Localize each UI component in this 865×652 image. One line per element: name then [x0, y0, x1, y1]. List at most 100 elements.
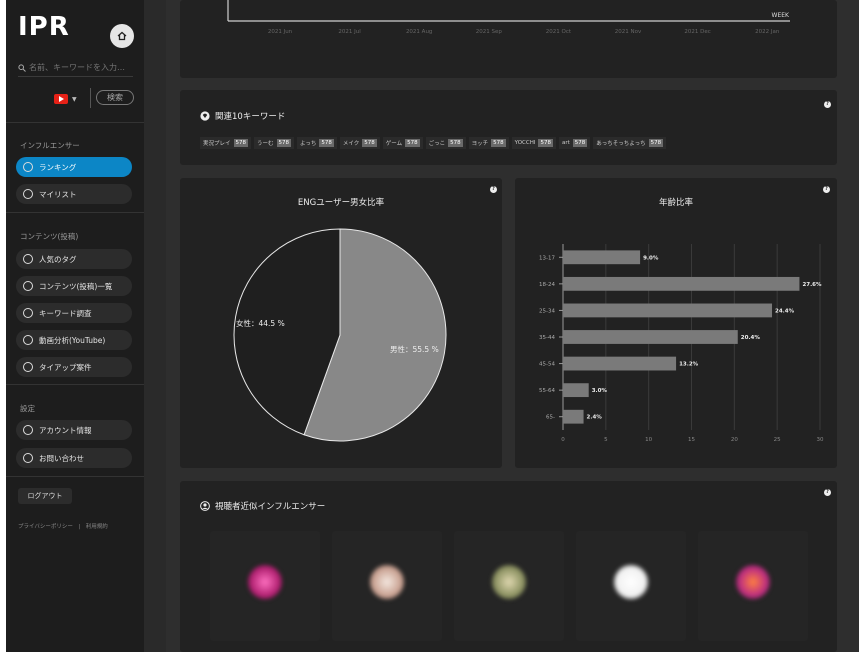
divider [6, 122, 144, 123]
week-label: WEEK [772, 12, 791, 19]
mail-icon [23, 453, 33, 463]
help-icon[interactable]: ? [824, 489, 831, 496]
divider [6, 212, 144, 213]
footer-links[interactable]: プライバシーポリシー | 利用規約 [18, 522, 108, 530]
keyword-count: 578 [538, 139, 553, 147]
home-button[interactable] [110, 24, 134, 48]
age-bar[interactable] [563, 409, 584, 424]
account-icon [23, 425, 33, 435]
divider [90, 88, 91, 108]
chevron-down-icon: ▼ [72, 95, 77, 103]
y-tick-label: 55-64 [539, 388, 555, 394]
main-content: WEEK 2021 Jun 2021 Jul 2021 Aug 2021 Sep 202… [166, 0, 859, 652]
x-tick-label: 10 [645, 437, 652, 443]
x-tick-label: 15 [688, 437, 695, 443]
divider [6, 384, 144, 385]
content-icon [23, 281, 33, 291]
user-circle-icon [200, 501, 210, 511]
female-label: 女性：44.5 % [236, 318, 285, 328]
age-bar[interactable] [563, 250, 641, 265]
keyword-chip[interactable]: art 578 [558, 137, 591, 149]
avatar [370, 565, 404, 599]
avatar [614, 565, 648, 599]
influencer-card[interactable] [576, 531, 686, 641]
sidebar-item-tieup[interactable]: タイアップ案件 [16, 357, 132, 377]
sidebar-item-content-list[interactable]: コンテンツ(投稿)一覧 [16, 276, 132, 296]
keyword-chip[interactable]: ごっこ 578 [425, 137, 466, 149]
keyword-text: YOCCHI [514, 140, 536, 146]
sidebar-item-contact[interactable]: お問い合わせ [16, 448, 132, 468]
help-icon[interactable]: ? [824, 101, 831, 108]
keywords-title: 関連10キーワード [200, 110, 285, 122]
keyword-chip[interactable]: YOCCHI 578 [511, 137, 556, 149]
influencer-card[interactable] [332, 531, 442, 641]
influencer-card[interactable] [210, 531, 320, 641]
keyword-chip[interactable]: ヨッチ 578 [468, 137, 509, 149]
keyword-count: 578 [648, 139, 664, 147]
sidebar-item-keyword-research[interactable]: キーワード調査 [16, 303, 132, 323]
bar-value-label: 27.6% [802, 282, 822, 288]
keyword-chip[interactable]: うーむ 578 [254, 137, 295, 149]
keyword-count: 578 [405, 139, 420, 147]
keyword-text: art [561, 140, 570, 146]
avatar [492, 565, 526, 599]
sidebar-item-ranking[interactable]: ランキング [16, 157, 132, 177]
keyword-count: 578 [276, 139, 292, 147]
app-window: IPR ▼ 検索 インフルエンサー ランキング マイリスト コンテンツ(投稿) … [6, 0, 859, 652]
keyword-chip[interactable]: メイク 578 [339, 137, 380, 149]
sidebar-item-label: お問い合わせ [39, 453, 84, 463]
age-bar[interactable] [563, 330, 738, 344]
avatar [736, 565, 770, 599]
month-tick-label: 2021 Jun [268, 29, 293, 35]
keyword-icon [23, 308, 33, 318]
keyword-count: 578 [491, 139, 506, 147]
logout-button[interactable]: ログアウト [18, 488, 72, 504]
male-label: 男性：55.5 % [390, 344, 439, 354]
age-panel: ? 年齢比率 0 5 10 15 20 25 30 13-17 9.0% 18-24 27.6% 25… [515, 178, 837, 468]
section-label-content: コンテンツ(投稿) [20, 232, 79, 241]
avatar [248, 565, 282, 599]
sidebar-item-video-analysis[interactable]: 動画分析(YouTube) [16, 330, 132, 350]
bar-value-label: 24.4% [775, 308, 795, 314]
platform-select[interactable]: ▼ [54, 92, 84, 106]
section-label-settings: 設定 [20, 404, 35, 413]
age-bar[interactable] [563, 383, 589, 398]
keyword-text: ゲーム [385, 141, 403, 147]
sidebar-item-label: ランキング [39, 162, 77, 172]
age-bar[interactable] [563, 303, 773, 318]
keyword-count: 578 [448, 139, 463, 147]
gender-pie-chart: 女性：44.5 % 男性：55.5 % [233, 228, 447, 442]
x-tick-label: 5 [604, 437, 608, 443]
keyword-chip[interactable]: ゲーム 578 [382, 137, 423, 149]
age-bar[interactable] [563, 276, 800, 291]
keyword-chip[interactable]: あっちそっちよっち 578 [593, 137, 667, 149]
youtube-icon [54, 94, 68, 104]
tieup-icon [23, 362, 33, 372]
sidebar-item-mylist[interactable]: マイリスト [16, 184, 132, 204]
keyword-count: 578 [362, 139, 377, 147]
search-icon [18, 63, 26, 72]
keyword-chip[interactable]: よっち 578 [297, 137, 337, 149]
age-bar[interactable] [563, 356, 677, 371]
influencer-card[interactable] [454, 531, 564, 641]
tag-icon [23, 254, 33, 264]
timeline-chart: WEEK 2021 Jun 2021 Jul 2021 Aug 2021 Sep 202… [227, 0, 791, 35]
search-field[interactable] [18, 59, 133, 77]
keyword-chips: 実況プレイ 578 うーむ 578 よっち 578 メイク 578 ゲーム 578 ごっこ 578 ヨッ… [200, 137, 669, 149]
keywords-title-text: 関連10キーワード [215, 112, 286, 122]
month-tick-label: 2021 Dec [684, 29, 710, 35]
keyword-text: あっちそっちよっち [596, 141, 646, 147]
keyword-chip[interactable]: 実況プレイ 578 [200, 137, 252, 149]
y-tick-label: 45-54 [539, 362, 555, 368]
keyword-count: 578 [233, 139, 249, 147]
sidebar-item-popular-tags[interactable]: 人気のタグ [16, 249, 132, 269]
x-tick-label: 20 [731, 437, 738, 443]
influencer-card[interactable] [698, 531, 808, 641]
search-button[interactable]: 検索 [96, 90, 134, 105]
bar-value-label: 20.4% [741, 335, 761, 341]
sidebar-item-account[interactable]: アカウント情報 [16, 420, 132, 440]
app-logo[interactable]: IPR [18, 12, 70, 42]
x-tick-label: 30 [817, 437, 824, 443]
search-input[interactable] [29, 63, 129, 72]
keyword-count: 578 [572, 139, 588, 147]
